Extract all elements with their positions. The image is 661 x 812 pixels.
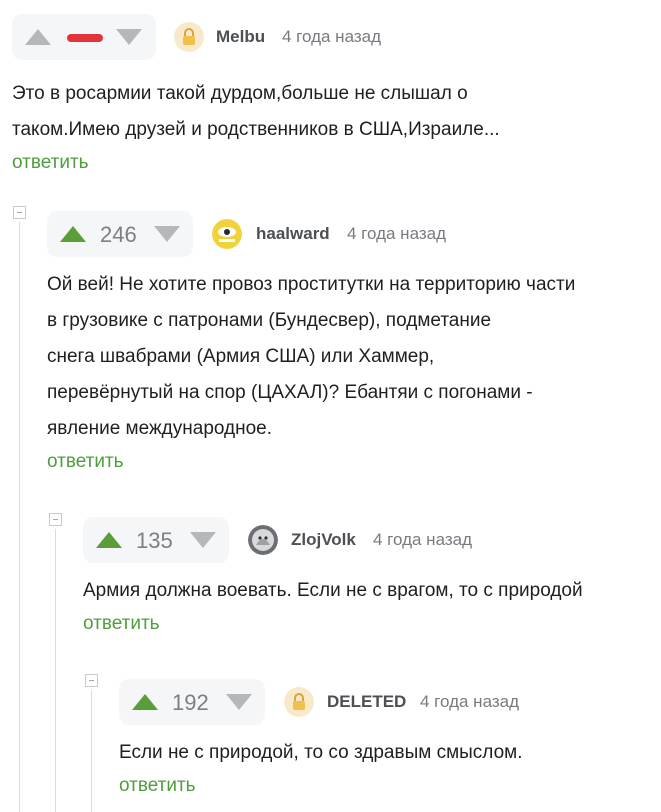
comment-text: Если не с природой, то со здравым смысло… xyxy=(119,735,659,771)
comment: 135 ZlojVolk 4 года назад Армия должна в… xyxy=(83,517,658,635)
author-nick[interactable]: DELETED xyxy=(327,692,406,712)
timestamp[interactable]: 4 года назад xyxy=(373,530,472,550)
text-line: перевёрнутый на спор (ЦАХАЛ)? Ебантяи с … xyxy=(47,382,533,403)
text-line: Армия должна воевать. Если не с врагом, … xyxy=(83,580,583,601)
collapse-toggle[interactable] xyxy=(85,674,98,687)
text-line: таком.Имею друзей и родственников в США,… xyxy=(12,119,500,140)
collapse-toggle[interactable] xyxy=(49,513,62,526)
timestamp[interactable]: 4 года назад xyxy=(420,692,519,712)
comment: 246 haalward 4 года назад Ой вей! Не хот… xyxy=(47,211,657,473)
text-line: снега швабрами (Армия США) или Хаммер, xyxy=(47,346,435,367)
timestamp[interactable]: 4 года назад xyxy=(282,27,381,47)
avatar[interactable] xyxy=(212,219,242,249)
vote-widget: 192 xyxy=(119,679,265,725)
vote-score: 135 xyxy=(136,528,173,553)
reply-link[interactable]: ответить xyxy=(83,613,658,635)
reply-link[interactable]: ответить xyxy=(47,451,657,473)
comment: Melbu 4 года назад Это в росармии такой … xyxy=(12,14,652,174)
reply-link[interactable]: ответить xyxy=(119,775,659,797)
avatar[interactable] xyxy=(174,22,204,52)
vote-widget xyxy=(12,14,156,60)
thread-line xyxy=(55,529,56,812)
vote-score: 246 xyxy=(100,222,137,247)
text-line: явление международное. xyxy=(47,418,273,439)
timestamp[interactable]: 4 года назад xyxy=(347,224,446,244)
thread-line xyxy=(19,222,20,812)
text-line: Ой вей! Не хотите провоз проститутки на … xyxy=(47,274,576,295)
reply-link[interactable]: ответить xyxy=(12,152,652,174)
comment-header: 135 ZlojVolk 4 года назад xyxy=(83,517,658,563)
downvote-icon[interactable] xyxy=(190,532,216,548)
vote-widget: 246 xyxy=(47,211,193,257)
text-line: Если не с природой, то со здравым смысло… xyxy=(119,742,523,763)
author-nick[interactable]: Melbu xyxy=(216,27,265,47)
comment: 192 DELETED 4 года назад Если не с приро… xyxy=(119,679,659,797)
downvote-icon[interactable] xyxy=(154,226,180,242)
downvoted-marker xyxy=(67,34,103,42)
avatar[interactable] xyxy=(248,525,278,555)
upvote-icon[interactable] xyxy=(96,532,122,548)
downvote-icon[interactable] xyxy=(226,694,252,710)
comment-text: Армия должна воевать. Если не с врагом, … xyxy=(83,573,658,609)
comment-header: 246 haalward 4 года назад xyxy=(47,211,657,257)
text-line: в грузовике с патронами (Бундесвер), под… xyxy=(47,310,492,331)
upvote-icon[interactable] xyxy=(25,29,51,45)
comment-text: Ой вей! Не хотите провоз проститутки на … xyxy=(47,267,657,447)
avatar[interactable] xyxy=(284,687,314,717)
comment-text: Это в росармии такой дурдом,больше не сл… xyxy=(12,76,652,148)
downvote-icon[interactable] xyxy=(116,29,142,45)
comment-header: Melbu 4 года назад xyxy=(12,14,652,60)
upvote-icon[interactable] xyxy=(132,694,158,710)
thread-line xyxy=(91,690,92,812)
vote-widget: 135 xyxy=(83,517,229,563)
vote-score: 192 xyxy=(172,690,209,715)
text-line: Это в росармии такой дурдом,больше не сл… xyxy=(12,83,468,104)
comment-header: 192 DELETED 4 года назад xyxy=(119,679,659,725)
collapse-toggle[interactable] xyxy=(13,206,26,219)
upvote-icon[interactable] xyxy=(60,226,86,242)
author-nick[interactable]: haalward xyxy=(256,224,330,244)
author-nick[interactable]: ZlojVolk xyxy=(291,530,356,550)
